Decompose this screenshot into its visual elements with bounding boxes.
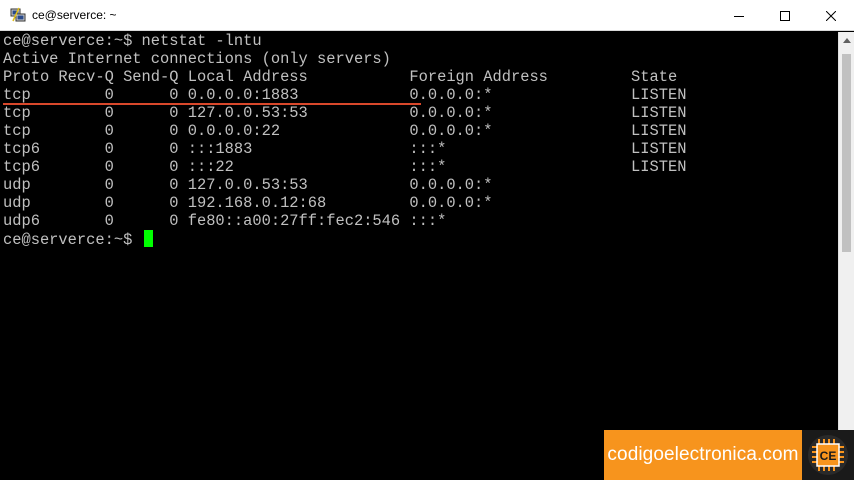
terminal-line-tcp-22: tcp 0 0 0.0.0.0:22 0.0.0.0:* LISTEN	[3, 122, 687, 140]
minimize-icon	[734, 15, 744, 17]
close-icon	[826, 10, 836, 21]
scrollbar-thumb[interactable]	[842, 54, 851, 252]
terminal-line-tcp-1883: tcp 0 0 0.0.0.0:1883 0.0.0.0:* LISTEN	[3, 86, 687, 104]
terminal-line-udp-53: udp 0 0 127.0.0.53:53 0.0.0.0:*	[3, 176, 493, 194]
terminal-line-tcp-53: tcp 0 0 127.0.0.53:53 0.0.0.0:* LISTEN	[3, 104, 687, 122]
brand-logo-letters: CE	[820, 449, 837, 463]
terminal-line-columns: Proto Recv-Q Send-Q Local Address Foreig…	[3, 68, 678, 86]
minimize-button[interactable]	[716, 0, 762, 31]
maximize-button[interactable]	[762, 0, 808, 31]
terminal-cursor	[143, 230, 153, 247]
terminal-area[interactable]: ce@serverce:~$ netstat -lntu Active Inte…	[0, 32, 838, 480]
putty-icon	[10, 7, 26, 22]
terminal-prompt: ce@serverce:~$	[3, 231, 142, 249]
chip-logo-icon: CE	[808, 435, 848, 475]
terminal-prompt-line[interactable]: ce@serverce:~$	[3, 230, 153, 249]
brand-watermark: codigoelectronica.com CE	[604, 430, 854, 480]
terminal-line-heading: Active Internet connections (only server…	[3, 50, 391, 68]
window-controls	[716, 0, 854, 31]
terminal-line-udp-68: udp 0 0 192.168.0.12:68 0.0.0.0:*	[3, 194, 493, 212]
terminal-line-tcp6-1883: tcp6 0 0 :::1883 :::* LISTEN	[3, 140, 687, 158]
vertical-scrollbar[interactable]	[838, 32, 854, 480]
maximize-icon	[780, 10, 790, 21]
chevron-up-icon	[843, 37, 851, 43]
terminal-line-tcp6-22: tcp6 0 0 :::22 :::* LISTEN	[3, 158, 687, 176]
terminal-line-command: ce@serverce:~$ netstat -lntu	[3, 32, 262, 50]
close-button[interactable]	[808, 0, 854, 31]
brand-logo: CE	[802, 430, 854, 480]
window-title: ce@serverce: ~	[32, 8, 117, 22]
brand-text: codigoelectronica.com	[604, 430, 802, 480]
scroll-up-button[interactable]	[839, 32, 854, 48]
terminal-line-udp6-546: udp6 0 0 fe80::a00:27ff:fec2:546 :::*	[3, 212, 447, 230]
title-bar[interactable]: ce@serverce: ~	[0, 0, 854, 31]
